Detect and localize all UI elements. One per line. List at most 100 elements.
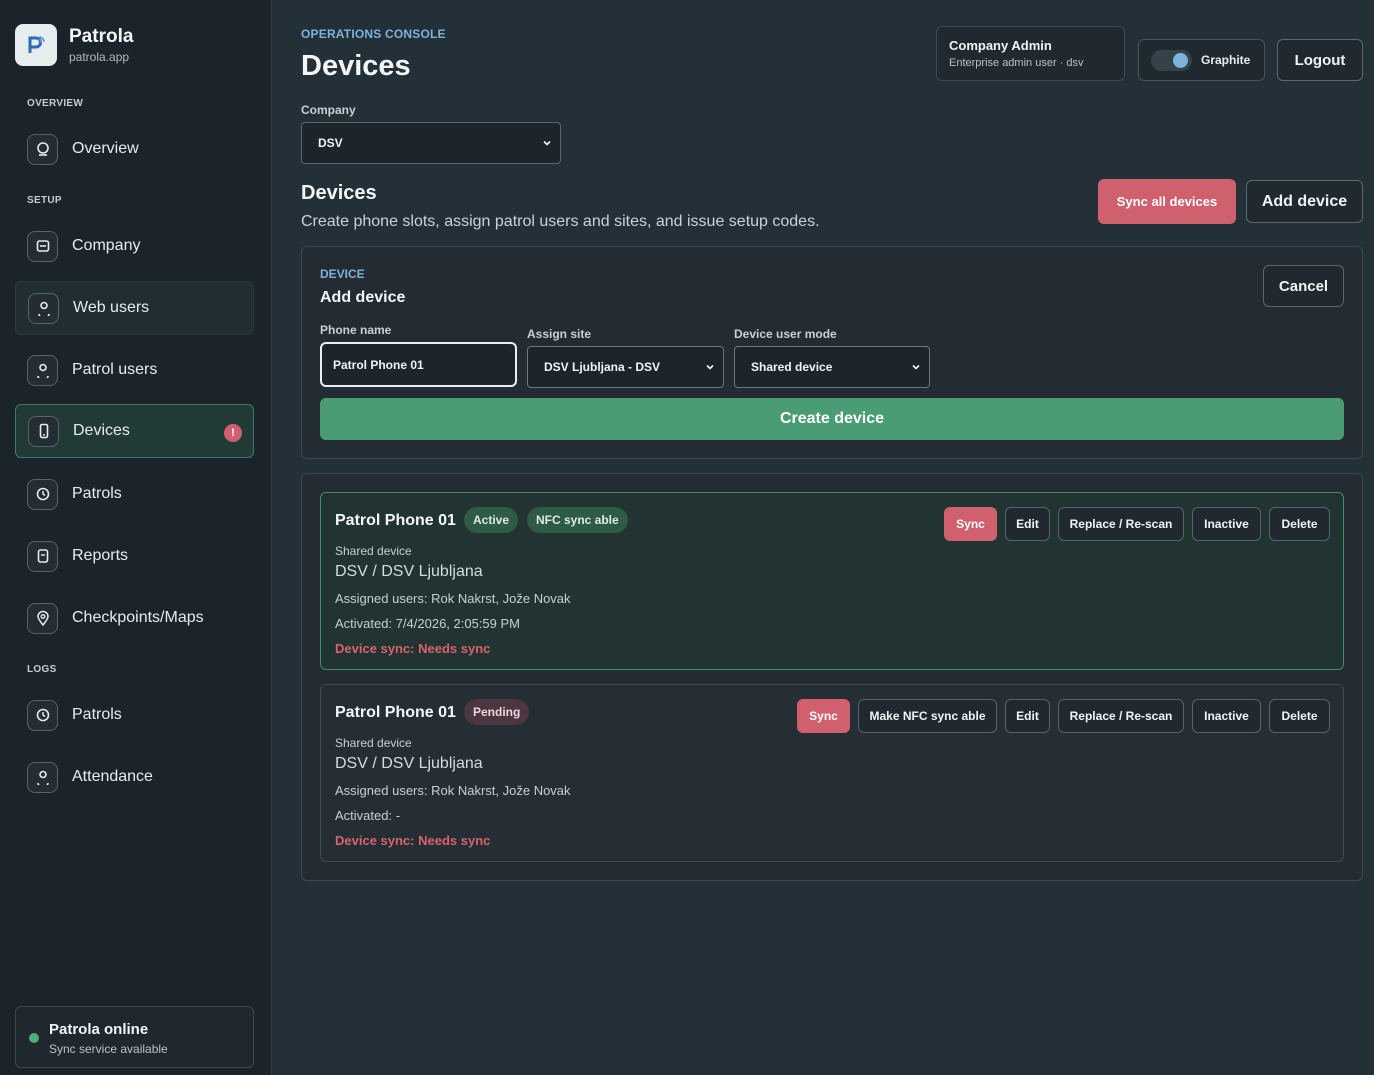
- user-icon: [27, 354, 58, 386]
- device-mode: Shared device: [335, 736, 412, 750]
- toggle-switch-icon: [1151, 49, 1192, 71]
- cancel-button[interactable]: Cancel: [1263, 265, 1344, 307]
- company-label: Company: [301, 103, 356, 117]
- nfc-badge: NFC sync able: [527, 507, 628, 533]
- device-assigned-users: Assigned users: Rok Nakrst, Jože Novak: [335, 591, 571, 606]
- delete-button[interactable]: Delete: [1269, 507, 1330, 541]
- sidebar-item-label: Web users: [73, 299, 150, 316]
- device-name: Patrol Phone 01: [335, 704, 456, 721]
- sidebar-item-label: Patrols: [72, 485, 122, 502]
- company-select[interactable]: DSV: [301, 122, 561, 164]
- theme-label: Graphite: [1201, 53, 1251, 67]
- section-label-logs: LOGS: [27, 664, 57, 675]
- device-mode: Shared device: [335, 544, 412, 558]
- sync-button[interactable]: Sync: [797, 699, 850, 733]
- assign-site-select[interactable]: DSV Ljubljana - DSV: [527, 346, 724, 388]
- sidebar: Patrola patrola.app OVERVIEW Overview SE…: [0, 0, 272, 1075]
- phone-name-label: Phone name: [320, 323, 392, 337]
- edit-button[interactable]: Edit: [1005, 507, 1050, 541]
- form-title: Add device: [320, 289, 406, 306]
- sidebar-item-label: Devices: [73, 422, 130, 439]
- sidebar-item-label: Reports: [72, 547, 129, 564]
- sidebar-item-label: Checkpoints/Maps: [72, 609, 204, 626]
- device-user-mode-select[interactable]: Shared device: [734, 346, 930, 388]
- clock-icon: [27, 478, 58, 510]
- theme-toggle-button[interactable]: Graphite: [1138, 39, 1265, 81]
- inactive-button[interactable]: Inactive: [1192, 699, 1261, 733]
- make-nfc-sync-able-button[interactable]: Make NFC sync able: [858, 699, 997, 733]
- device-location: DSV / DSV Ljubljana: [335, 563, 483, 580]
- patrola-logo-icon: [15, 24, 57, 66]
- logout-button[interactable]: Logout: [1277, 39, 1363, 81]
- page-title: Devices: [301, 50, 411, 82]
- chevron-down-icon: [912, 364, 920, 370]
- replace-rescan-button[interactable]: Replace / Re-scan: [1058, 507, 1184, 541]
- status-title: Patrola online: [49, 1021, 149, 1038]
- device-name: Patrol Phone 01: [335, 512, 456, 529]
- devices-section-title: Devices: [301, 182, 377, 204]
- sidebar-item-reports[interactable]: Reports: [15, 529, 254, 583]
- brand-name: Patrola: [69, 26, 134, 47]
- sidebar-item-attendance[interactable]: Attendance: [15, 750, 254, 804]
- status-badge: Pending: [464, 699, 530, 725]
- sidebar-item-label: Attendance: [72, 768, 153, 785]
- admin-role: Enterprise admin user · dsv: [949, 57, 1084, 69]
- create-device-button[interactable]: Create device: [320, 398, 1344, 440]
- sync-all-devices-button[interactable]: Sync all devices: [1098, 179, 1236, 224]
- device-sync-status: Device sync: Needs sync: [335, 833, 491, 848]
- device-user-mode-value: Shared device: [751, 360, 833, 374]
- replace-rescan-button[interactable]: Replace / Re-scan: [1058, 699, 1184, 733]
- device-location: DSV / DSV Ljubljana: [335, 755, 483, 772]
- device-card: Patrol Phone 01 Pending Shared device DS…: [320, 684, 1344, 862]
- online-dot-icon: [29, 1033, 39, 1043]
- online-status-card: Patrola online Sync service available: [15, 1006, 254, 1068]
- edit-button[interactable]: Edit: [1005, 699, 1050, 733]
- report-icon: [27, 540, 58, 572]
- sidebar-item-label: Overview: [72, 140, 139, 157]
- admin-name: Company Admin: [949, 38, 1052, 53]
- add-device-button[interactable]: Add device: [1246, 180, 1363, 223]
- company-icon: [27, 230, 58, 262]
- assign-site-label: Assign site: [527, 327, 592, 341]
- sidebar-item-patrols[interactable]: Patrols: [15, 467, 254, 521]
- devices-section-description: Create phone slots, assign patrol users …: [301, 213, 820, 230]
- chevron-down-icon: [543, 140, 551, 146]
- delete-button[interactable]: Delete: [1269, 699, 1330, 733]
- brand[interactable]: Patrola patrola.app: [15, 24, 133, 66]
- inactive-button[interactable]: Inactive: [1192, 507, 1261, 541]
- device-card: Patrol Phone 01 Active NFC sync able Sha…: [320, 492, 1344, 670]
- status-subtitle: Sync service available: [49, 1042, 168, 1056]
- alert-badge: !: [224, 424, 242, 442]
- sidebar-item-patrol-logs[interactable]: Patrols: [15, 688, 254, 742]
- assign-site-value: DSV Ljubljana - DSV: [544, 360, 661, 374]
- section-label-overview: OVERVIEW: [27, 98, 84, 109]
- sidebar-item-company[interactable]: Company: [15, 219, 254, 273]
- user-icon: [28, 292, 59, 324]
- console-eyebrow: OPERATIONS CONSOLE: [301, 27, 446, 41]
- sidebar-item-label: Company: [72, 237, 141, 254]
- user-icon: [27, 761, 58, 793]
- device-assigned-users: Assigned users: Rok Nakrst, Jože Novak: [335, 783, 571, 798]
- phone-icon: [28, 415, 59, 447]
- form-eyebrow: DEVICE: [320, 267, 365, 281]
- device-sync-status: Device sync: Needs sync: [335, 641, 491, 656]
- status-badge: Active: [464, 507, 519, 533]
- sidebar-item-patrol-users[interactable]: Patrol users: [15, 343, 254, 397]
- add-device-form: DEVICE Add device Cancel Phone name Assi…: [301, 246, 1363, 459]
- brand-domain: patrola.app: [69, 50, 130, 64]
- sync-button[interactable]: Sync: [944, 507, 997, 541]
- section-label-setup: SETUP: [27, 195, 62, 206]
- sidebar-item-checkpoints-maps[interactable]: Checkpoints/Maps: [15, 591, 254, 645]
- admin-user-card: Company Admin Enterprise admin user · ds…: [936, 26, 1125, 81]
- device-activated: Activated: -: [335, 808, 401, 823]
- clock-icon: [27, 699, 58, 731]
- phone-name-input[interactable]: [320, 342, 517, 387]
- device-user-mode-label: Device user mode: [734, 327, 837, 341]
- device-activated: Activated: 7/4/2026, 2:05:59 PM: [335, 616, 521, 631]
- sidebar-item-label: Patrols: [72, 706, 122, 723]
- sidebar-item-web-users[interactable]: Web users: [15, 281, 254, 335]
- company-select-value: DSV: [318, 136, 343, 150]
- sidebar-item-devices[interactable]: Devices !: [15, 404, 254, 458]
- sidebar-item-overview[interactable]: Overview: [15, 122, 254, 176]
- map-pin-icon: [27, 602, 58, 634]
